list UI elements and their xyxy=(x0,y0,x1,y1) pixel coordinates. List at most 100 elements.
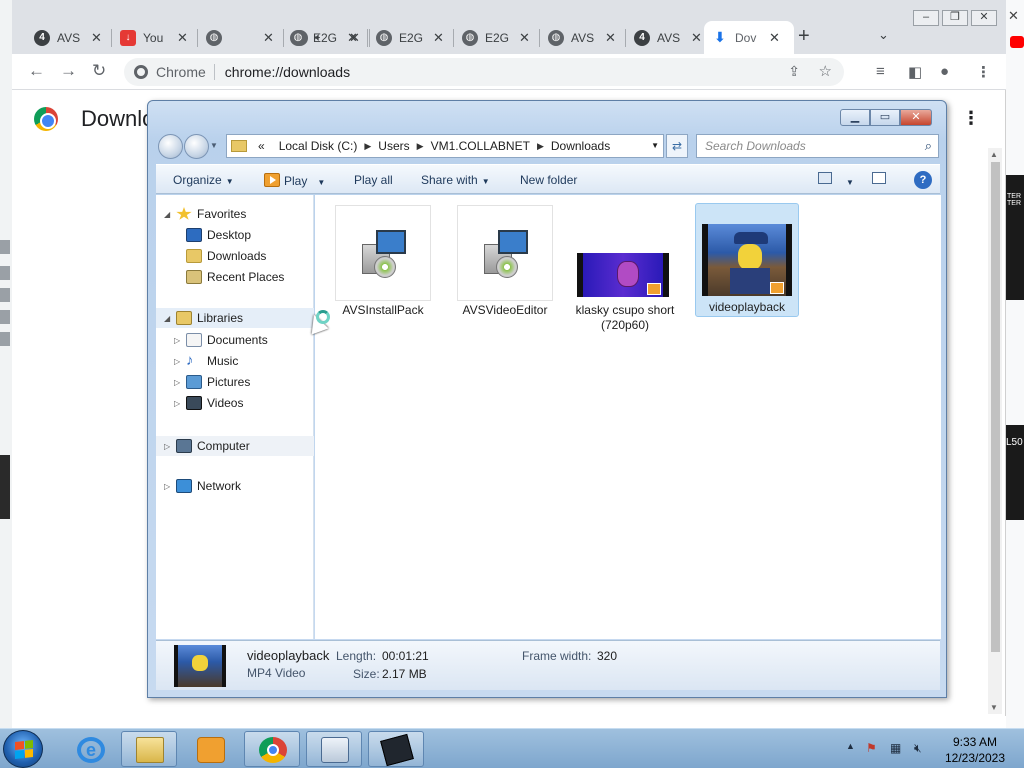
nav-libraries[interactable]: ◢ Libraries xyxy=(156,308,314,328)
nav-music[interactable]: ▷ ♪ Music xyxy=(174,353,238,368)
nav-pictures[interactable]: ▷ Pictures xyxy=(174,375,250,389)
tab-e2g-3[interactable]: ◍ E2G ✕ xyxy=(454,21,540,54)
scroll-up-icon[interactable]: ▲ xyxy=(990,150,998,159)
back-button[interactable] xyxy=(158,134,183,159)
close-icon[interactable]: ✕ xyxy=(263,30,274,46)
close-icon[interactable]: ✕ xyxy=(519,30,530,46)
restore-icon[interactable]: ❐ xyxy=(942,10,968,26)
page-scrollbar[interactable]: ▲ ▼ xyxy=(988,148,1002,714)
forward-button[interactable] xyxy=(184,134,209,159)
breadcrumb-overflow[interactable]: « xyxy=(258,139,265,153)
back-arrow-icon[interactable]: ← xyxy=(28,61,45,81)
show-hidden-icons[interactable]: ▲ xyxy=(846,741,855,751)
star-icon xyxy=(176,207,192,220)
nav-recent-places[interactable]: Recent Places xyxy=(186,270,284,284)
reading-list-icon[interactable]: ≡ xyxy=(876,63,885,80)
minimize-icon[interactable]: – xyxy=(913,10,939,26)
nav-downloads[interactable]: Downloads xyxy=(186,249,266,263)
bookmark-star-icon[interactable]: ☆ xyxy=(819,62,832,80)
close-icon[interactable]: ✕ xyxy=(605,30,616,46)
tab-avs-2[interactable]: ◍ AVS ✕ xyxy=(540,21,626,54)
forward-arrow-icon[interactable]: → xyxy=(60,61,77,81)
nav-videos[interactable]: ▷ Videos xyxy=(174,396,243,410)
change-view-icon[interactable] xyxy=(818,172,832,184)
network-status-icon[interactable]: ▦ xyxy=(890,741,901,755)
scroll-down-icon[interactable]: ▼ xyxy=(990,703,998,712)
close-icon[interactable]: ✕ xyxy=(691,30,702,46)
tab-e2g-2[interactable]: ◍ E2G ✕ xyxy=(368,21,454,54)
file-item-klasky-csupo[interactable]: klasky csupo short (720p60) xyxy=(573,205,677,333)
help-icon[interactable]: ? xyxy=(914,171,932,189)
file-item-videoplayback[interactable]: videoplayback xyxy=(695,203,799,317)
recent-pages-dropdown[interactable]: ▼ xyxy=(210,141,218,150)
maximize-icon[interactable]: ▭ xyxy=(870,109,900,126)
tab-title: AVS xyxy=(57,30,81,45)
close-icon[interactable]: ✕ xyxy=(347,30,358,46)
action-center-icon[interactable]: ⚑ xyxy=(866,741,877,755)
share-icon[interactable]: ⇪ xyxy=(788,63,800,80)
url-text[interactable]: chrome://downloads xyxy=(225,64,350,80)
taskbar-keyboard-app[interactable] xyxy=(306,731,362,767)
nav-documents[interactable]: ▷ Documents xyxy=(174,333,268,347)
close-icon[interactable]: ✕ xyxy=(177,30,188,46)
taskbar-video-editor[interactable] xyxy=(368,731,424,767)
breadcrumb-downloads[interactable]: Downloads xyxy=(551,139,610,153)
tab-search-button[interactable]: ⌄ xyxy=(878,27,889,43)
avs-icon: 4 xyxy=(634,29,650,46)
clock-date: 12/23/2023 xyxy=(944,751,1006,765)
system-clock[interactable]: 9:33 AM 12/23/2023 xyxy=(935,734,1015,766)
youtube-icon xyxy=(1010,36,1024,48)
file-item-avsinstallpack[interactable]: AVSInstallPack xyxy=(333,205,433,317)
play-all-button[interactable]: Play all xyxy=(354,173,393,187)
nav-computer[interactable]: ▷ Computer xyxy=(156,436,314,456)
file-item-avsvideoeditor[interactable]: AVSVideoEditor xyxy=(455,205,555,317)
new-folder-button[interactable]: New folder xyxy=(520,173,577,187)
close-icon[interactable]: ✕ xyxy=(769,30,780,46)
chevron-right-icon[interactable]: ▶ xyxy=(417,141,424,152)
taskbar-internet-explorer[interactable]: e xyxy=(62,731,118,767)
volume-muted-icon[interactable]: 🔇︎ xyxy=(914,741,922,756)
chevron-right-icon[interactable]: ▶ xyxy=(364,141,371,152)
side-panel-icon[interactable]: ◧ xyxy=(908,63,922,81)
nav-network[interactable]: ▷ Network xyxy=(164,479,241,493)
view-dropdown-icon[interactable]: ▼ xyxy=(842,174,854,188)
close-window-icon[interactable]: ✕ xyxy=(971,10,997,26)
address-dropdown-icon[interactable]: ▼ xyxy=(651,141,659,150)
close-icon[interactable]: ✕ xyxy=(433,30,444,46)
chevron-right-icon[interactable]: ▶ xyxy=(537,141,544,152)
page-menu-icon[interactable]: ⋮ xyxy=(962,108,980,129)
profile-avatar-icon[interactable]: ● xyxy=(940,63,949,80)
taskbar-media-player[interactable] xyxy=(182,731,238,767)
minimize-icon[interactable]: ▁ xyxy=(840,109,870,126)
nav-favorites[interactable]: ◢ Favorites xyxy=(164,207,246,221)
breadcrumb-local-disk[interactable]: Local Disk (C:) xyxy=(279,139,358,153)
nav-desktop[interactable]: Desktop xyxy=(186,228,251,242)
tab-globe[interactable]: ◍ ✕ xyxy=(198,21,284,54)
tab-e2g-1[interactable]: ◍ E2G ✕ xyxy=(282,21,368,54)
reload-icon[interactable]: ↻ xyxy=(92,61,106,81)
share-with-button[interactable]: Share with ▼ xyxy=(421,173,490,187)
search-input[interactable]: Search Downloads ⌕ xyxy=(696,134,939,158)
new-tab-button[interactable]: + xyxy=(798,25,810,48)
close-window-icon[interactable]: ✕ xyxy=(900,109,932,126)
preview-pane-icon[interactable] xyxy=(872,172,886,184)
taskbar-explorer[interactable] xyxy=(121,731,177,767)
organize-button[interactable]: Organize ▼ xyxy=(173,173,234,187)
scroll-thumb[interactable] xyxy=(991,162,1000,652)
start-button[interactable] xyxy=(3,730,43,768)
explorer-address-bar[interactable]: « Local Disk (C:) ▶ Users ▶ VM1.COLLABNE… xyxy=(226,134,664,158)
search-icon[interactable]: ⌕ xyxy=(925,138,932,154)
tab-youtube-downloader[interactable]: ↓ You ✕ xyxy=(112,21,198,54)
close-icon[interactable]: ✕ xyxy=(91,30,102,46)
refresh-button[interactable]: ⇄ xyxy=(666,134,688,158)
tab-avs[interactable]: 4 AVS ✕ xyxy=(26,21,112,54)
breadcrumb-users[interactable]: Users xyxy=(378,139,409,153)
tab-avs-3[interactable]: 4 AVS ✕ xyxy=(626,21,712,54)
address-bar[interactable]: Chrome chrome://downloads ⇪ ☆ xyxy=(124,58,844,86)
site-label: Chrome xyxy=(156,64,206,80)
tab-downloads[interactable]: ⬇ Dov ✕ xyxy=(704,21,794,54)
breadcrumb-user[interactable]: VM1.COLLABNET xyxy=(431,139,530,153)
taskbar-chrome[interactable] xyxy=(244,731,300,767)
play-button[interactable]: Play ▼ xyxy=(264,173,325,188)
menu-kebab-icon[interactable]: ⋮ xyxy=(976,63,991,81)
